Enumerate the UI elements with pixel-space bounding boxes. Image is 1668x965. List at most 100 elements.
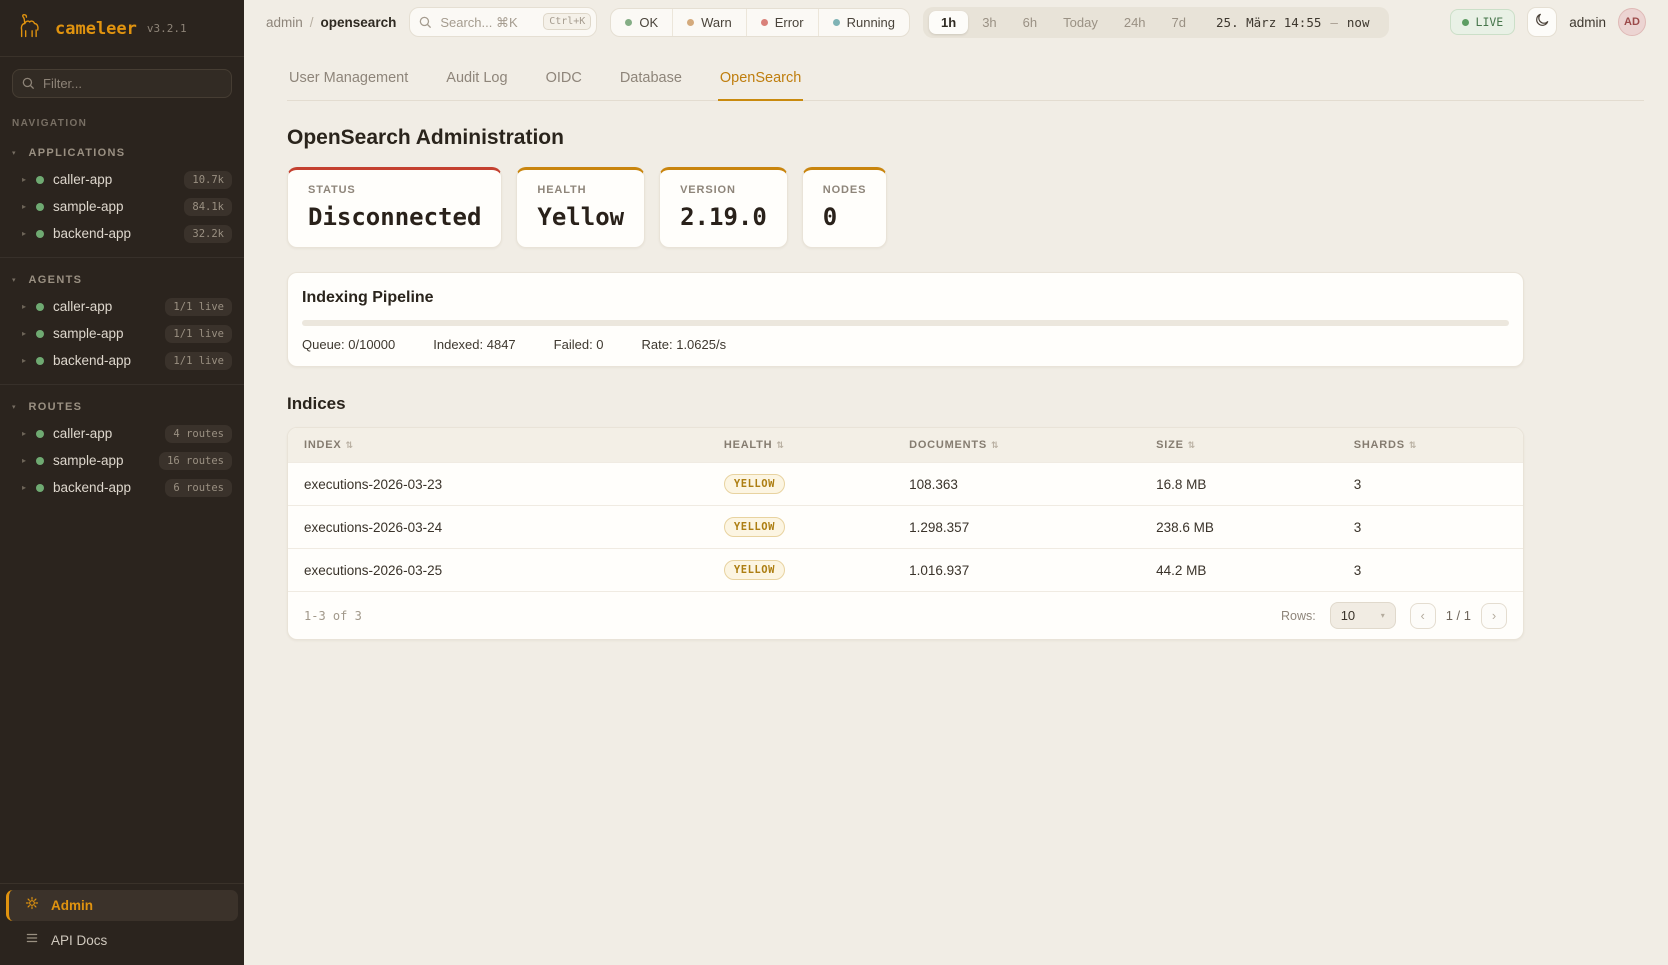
section-header-routes[interactable]: ▾ ROUTES [0,395,244,420]
table-row[interactable]: executions-2026-03-25 YELLOW 1.016.937 4… [288,549,1523,592]
health-cell: YELLOW [708,463,893,506]
sidebar-item-sample-app-routes[interactable]: ▸ sample-app 16 routes [0,447,244,474]
sidebar-item-caller-app-routes[interactable]: ▸ caller-app 4 routes [0,420,244,447]
time-range-24h[interactable]: 24h [1112,11,1158,34]
stat-cards-row: STATUS Disconnected HEALTH Yellow VERSIO… [287,167,1524,248]
chevron-down-icon: ▾ [1381,611,1385,620]
theme-toggle-button[interactable] [1527,7,1557,37]
sidebar-item-backend-app-routes[interactable]: ▸ backend-app 6 routes [0,474,244,501]
time-range-1h[interactable]: 1h [929,11,968,34]
status-dot [36,484,44,492]
count-badge: 32.2k [184,225,232,243]
indexed-stat: Indexed: 4847 [433,337,515,352]
rows-per-page-label: Rows: [1281,609,1316,623]
table-row[interactable]: executions-2026-03-24 YELLOW 1.298.357 2… [288,506,1523,549]
sidebar-item-api-docs[interactable]: API Docs [6,925,238,955]
sidebar-item-sample-app-agent[interactable]: ▸ sample-app 1/1 live [0,320,244,347]
sidebar-nav: ▾ APPLICATIONS ▸ caller-app 10.7k ▸ samp… [0,131,244,883]
health-card: HEALTH Yellow [516,167,645,248]
shards-cell: 3 [1338,549,1523,592]
live-count-badge: 1/1 live [165,352,232,370]
version-card: VERSION 2.19.0 [659,167,788,248]
brand-header: cameleer v3.2.1 [0,0,244,57]
chevron-right-icon: ▸ [22,483,32,492]
rows-per-page-select[interactable]: 10 ▾ [1330,602,1396,629]
brand-name: cameleer [55,19,137,39]
sidebar-item-backend-app[interactable]: ▸ backend-app 32.2k [0,220,244,247]
warn-dot-icon [687,19,694,26]
username-label: admin [1569,15,1606,30]
live-count-badge: 1/1 live [165,298,232,316]
chevron-right-icon: ▸ [22,175,32,184]
tab-user-management[interactable]: User Management [287,64,410,101]
next-page-button[interactable]: › [1481,603,1507,629]
table-row[interactable]: executions-2026-03-23 YELLOW 108.363 16.… [288,463,1523,506]
column-header-index[interactable]: INDEX⇅ [288,428,708,463]
section-header-agents[interactable]: ▾ AGENTS [0,268,244,293]
chevron-right-icon: ▸ [22,329,32,338]
live-badge[interactable]: LIVE [1450,9,1516,35]
health-badge: YELLOW [724,517,785,537]
time-range-6h[interactable]: 6h [1011,11,1049,34]
navigation-label: NAVIGATION [12,118,232,129]
filter-ok[interactable]: OK [611,9,672,36]
index-name-cell: executions-2026-03-23 [288,463,708,506]
search-icon [21,76,35,95]
time-range-3h[interactable]: 3h [970,11,1008,34]
status-dot [36,203,44,211]
camel-logo-icon [16,13,45,44]
filter-error[interactable]: Error [746,9,818,36]
queue-stat: Queue: 0/10000 [302,337,395,352]
health-badge: YELLOW [724,560,785,580]
status-dot [36,230,44,238]
section-header-applications[interactable]: ▾ APPLICATIONS [0,141,244,166]
time-range-7d[interactable]: 7d [1160,11,1198,34]
column-header-shards[interactable]: SHARDS⇅ [1338,428,1523,463]
tab-audit-log[interactable]: Audit Log [444,64,509,101]
time-range-display[interactable]: 25. März 14:55 — now [1200,15,1383,30]
column-header-health[interactable]: HEALTH⇅ [708,428,893,463]
admin-tabbar: User Management Audit Log OIDC Database … [287,64,1644,101]
indices-table-card: INDEX⇅ HEALTH⇅ DOCUMENTS⇅ SIZE⇅ SHARDS⇅ … [287,427,1524,640]
breadcrumb: admin / opensearch [266,15,396,30]
column-header-size[interactable]: SIZE⇅ [1140,428,1338,463]
pipeline-title: Indexing Pipeline [302,289,1509,307]
tab-opensearch[interactable]: OpenSearch [718,64,803,101]
failed-stat: Failed: 0 [554,337,604,352]
avatar[interactable]: AD [1618,8,1646,36]
sort-icon: ⇅ [776,441,784,451]
filter-input[interactable] [12,69,232,98]
breadcrumb-admin[interactable]: admin [266,15,303,30]
running-dot-icon [833,19,840,26]
column-header-documents[interactable]: DOCUMENTS⇅ [893,428,1140,463]
breadcrumb-current: opensearch [321,15,397,30]
time-range-separator: — [1330,15,1338,30]
status-dot [36,303,44,311]
prev-page-button[interactable]: ‹ [1410,603,1436,629]
error-dot-icon [761,19,768,26]
keyboard-shortcut-badge: Ctrl+K [543,13,591,30]
routes-count-badge: 16 routes [159,452,232,470]
sidebar-item-sample-app[interactable]: ▸ sample-app 84.1k [0,193,244,220]
sidebar-item-admin[interactable]: Admin [6,890,238,921]
status-card: STATUS Disconnected [287,167,502,248]
nodes-card: NODES 0 [802,167,888,248]
documents-cell: 1.298.357 [893,506,1140,549]
chevron-down-icon: ▾ [12,150,16,157]
time-range-start: 25. März 14:55 [1216,15,1321,30]
sidebar-footer: Admin API Docs [0,883,244,965]
count-badge: 84.1k [184,198,232,216]
filter-warn[interactable]: Warn [672,9,746,36]
sidebar-item-backend-app-agent[interactable]: ▸ backend-app 1/1 live [0,347,244,374]
opensearch-page: OpenSearch Administration STATUS Disconn… [244,101,1524,640]
shards-cell: 3 [1338,463,1523,506]
tab-oidc[interactable]: OIDC [544,64,584,101]
sidebar-item-caller-app[interactable]: ▸ caller-app 10.7k [0,166,244,193]
tab-database[interactable]: Database [618,64,684,101]
rate-stat: Rate: 1.0625/s [642,337,727,352]
sidebar-item-caller-app-agent[interactable]: ▸ caller-app 1/1 live [0,293,244,320]
index-name-cell: executions-2026-03-24 [288,506,708,549]
filter-running[interactable]: Running [818,9,909,36]
sort-icon: ⇅ [1188,441,1196,451]
time-range-today[interactable]: Today [1051,11,1110,34]
